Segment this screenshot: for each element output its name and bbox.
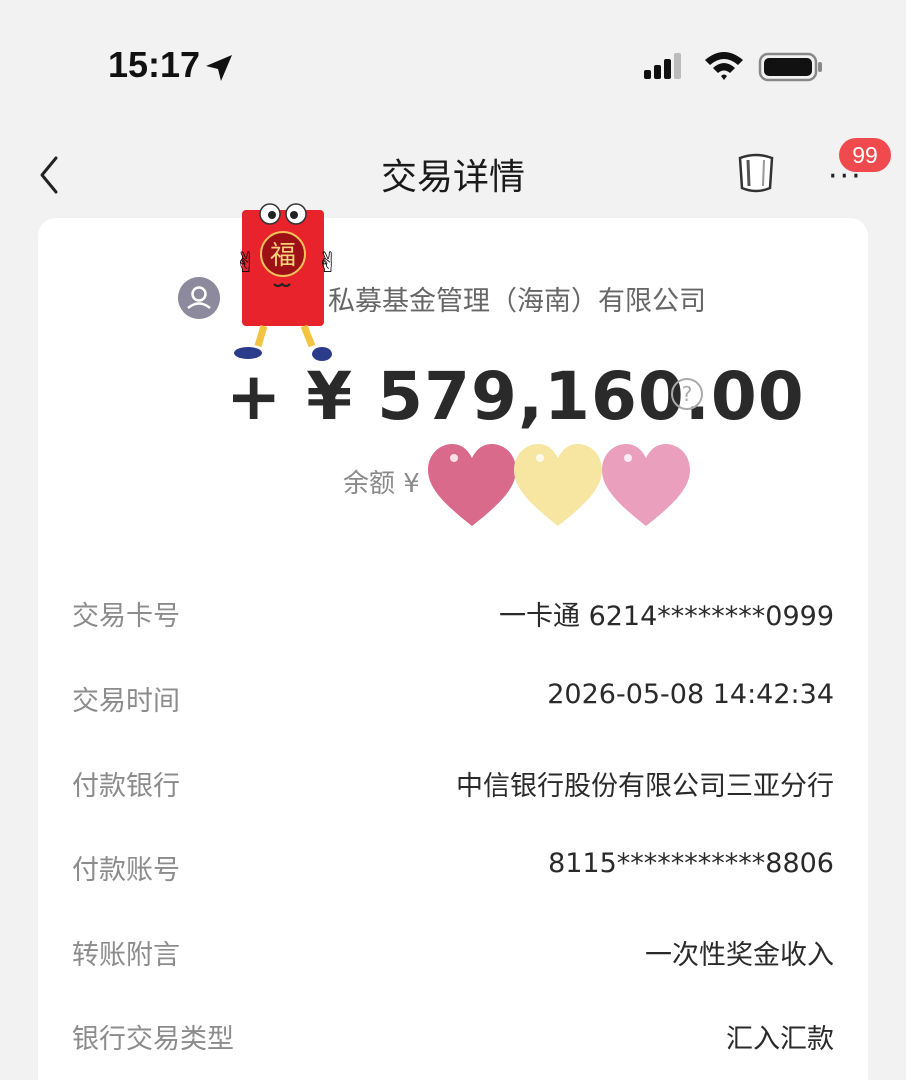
detail-value: 中信银行股份有限公司三亚分行 xyxy=(456,771,834,802)
detail-row-transaction-type: 银行交易类型 汇入汇款 xyxy=(72,1017,834,1067)
detail-row-payer-account: 付款账号 8115***********8806 xyxy=(72,848,834,898)
detail-row-remark: 转账附言 一次性奖金收入 xyxy=(72,933,834,983)
detail-row-payer-bank: 付款银行 中信银行股份有限公司三亚分行 xyxy=(72,764,834,814)
location-arrow-icon xyxy=(206,55,232,81)
svg-text:✌: ✌ xyxy=(316,246,339,279)
detail-value: 汇入汇款 xyxy=(726,1024,834,1055)
wifi-icon xyxy=(705,52,743,80)
detail-label: 付款银行 xyxy=(72,771,180,802)
red-envelope-sticker: 福 ✌ ✌ xyxy=(234,203,339,361)
detail-label: 转账附言 xyxy=(72,940,180,971)
notification-badge: 99 xyxy=(839,138,891,172)
detail-row-time: 交易时间 2026-05-08 14:42:34 xyxy=(72,679,834,729)
svg-text:✌: ✌ xyxy=(234,246,257,279)
detail-label: 付款账号 xyxy=(72,855,180,886)
battery-icon xyxy=(758,52,822,82)
balance-label: 余额 ¥ xyxy=(343,469,420,499)
avatar-icon xyxy=(178,277,220,319)
detail-row-card-number: 交易卡号 一卡通 6214********0999 xyxy=(72,594,834,644)
signal-icon xyxy=(644,53,681,79)
detail-value: 8115***********8806 xyxy=(548,848,834,879)
detail-value: 2026-05-08 14:42:34 xyxy=(547,679,834,710)
detail-value: 一卡通 6214********0999 xyxy=(498,601,834,632)
svg-text:?: ? xyxy=(682,382,693,406)
hearts-sticker xyxy=(428,444,690,526)
status-bar: 15:17 xyxy=(0,0,906,130)
sticker-fu-text: 福 xyxy=(270,241,296,271)
detail-label: 交易时间 xyxy=(72,686,180,717)
cup-icon[interactable] xyxy=(734,150,778,196)
transaction-amount: + ¥ 579,160.00 xyxy=(226,358,805,435)
status-time: 15:17 xyxy=(108,44,201,85)
detail-label: 交易卡号 xyxy=(72,601,180,632)
help-icon[interactable]: ? xyxy=(670,377,704,411)
detail-label: 银行交易类型 xyxy=(72,1024,234,1055)
detail-value: 一次性奖金收入 xyxy=(645,940,834,971)
payer-name: 私募基金管理（海南）有限公司 xyxy=(328,286,706,317)
